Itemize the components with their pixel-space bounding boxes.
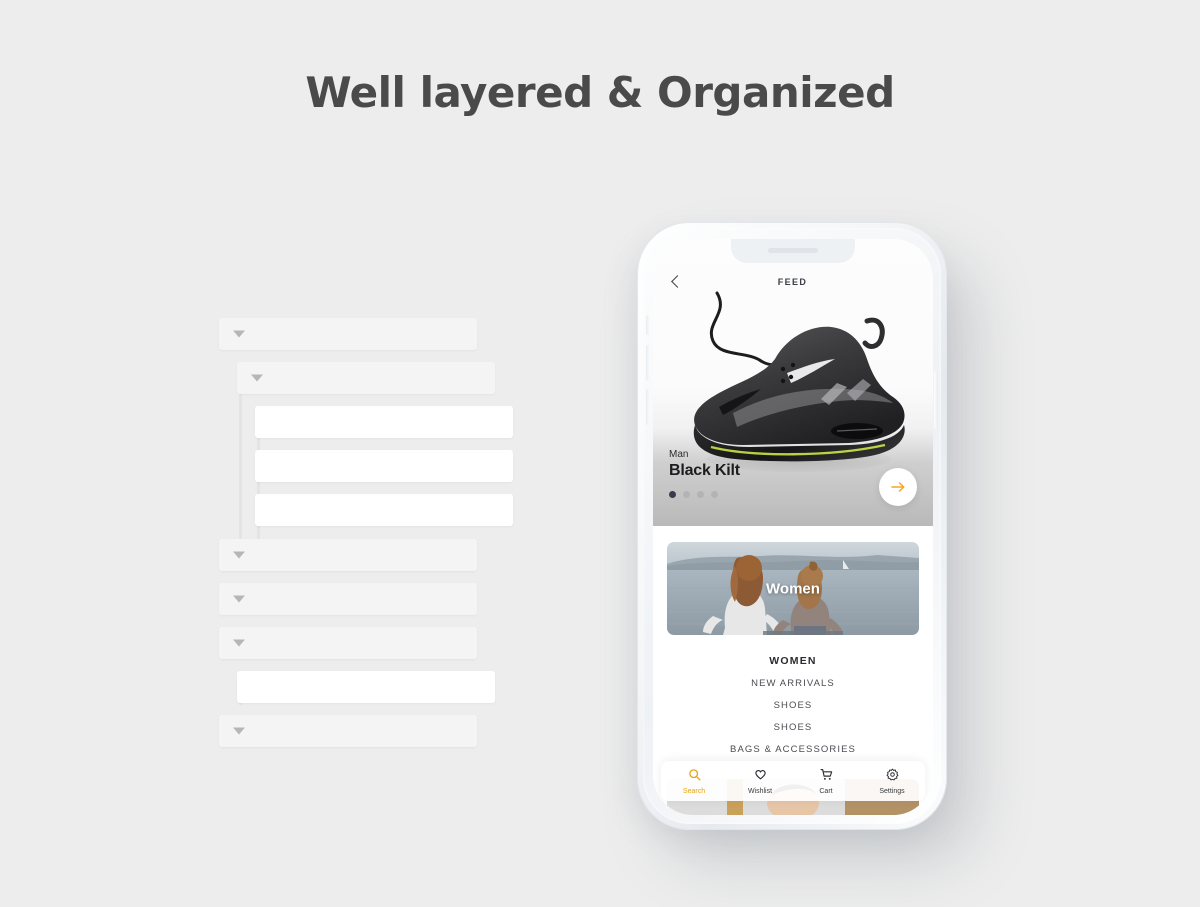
category-item[interactable]: SHOES [653,716,933,738]
women-banner[interactable]: Women [667,542,919,635]
gear-icon [886,768,899,786]
carousel-dot[interactable] [711,491,718,498]
layer-row[interactable] [219,627,477,659]
layer-row[interactable] [255,450,513,482]
phone-screen: Man Black Kilt FEED Women WOMEN NEW ARRI… [653,239,933,815]
phone-body: Man Black Kilt FEED Women WOMEN NEW ARRI… [637,222,947,830]
tab-label: Cart [819,787,833,795]
next-slide-button[interactable] [879,468,917,506]
black-sneaker-image [693,291,905,472]
volume-down-button[interactable] [646,389,650,425]
layer-row[interactable] [219,583,477,615]
notch [731,239,855,263]
silent-switch[interactable] [646,315,650,335]
tab-label: Search [682,787,706,795]
carousel-dot[interactable] [697,491,704,498]
layer-row[interactable] [255,494,513,526]
chevron-down-icon[interactable] [233,595,245,603]
tab-wishlist[interactable]: Wishlist [731,768,789,795]
carousel-dots[interactable] [669,491,718,498]
chevron-left-icon[interactable] [669,275,683,289]
layers-panel [219,318,519,753]
page-title-feed: FEED [777,277,808,287]
tab-cart[interactable]: Cart [797,768,855,795]
cart-icon [820,768,833,786]
layer-row[interactable] [237,671,495,703]
phone-mockup: Man Black Kilt FEED Women WOMEN NEW ARRI… [627,216,957,836]
category-item[interactable]: SHOES [653,694,933,716]
heart-icon [754,768,767,786]
speaker-grille [768,248,818,253]
category-list: WOMEN NEW ARRIVALS SHOES SHOES BAGS & ACCESS… [653,649,933,760]
hero-category: Man [669,449,689,460]
power-button[interactable] [934,371,938,429]
tab-search[interactable]: Search [665,768,723,795]
category-item[interactable]: WOMEN [653,649,933,672]
chevron-down-icon[interactable] [251,374,263,382]
layer-row[interactable] [219,715,477,747]
search-icon [688,768,701,786]
tab-settings[interactable]: Settings [863,768,921,795]
layer-row[interactable] [237,362,495,394]
chevron-down-icon[interactable] [233,551,245,559]
page-title: Well layered & Organized [305,68,895,117]
carousel-dot[interactable] [683,491,690,498]
layer-row[interactable] [219,539,477,571]
tab-label: Wishlist [747,787,773,795]
chevron-down-icon[interactable] [233,727,245,735]
tab-label: Settings [879,787,905,795]
app-header: FEED [653,265,933,299]
volume-up-button[interactable] [646,345,650,381]
layer-row[interactable] [255,406,513,438]
arrow-right-icon [890,482,905,492]
banner-label: Women [766,580,820,597]
hero-product-name: Black Kilt [669,462,740,479]
chevron-down-icon[interactable] [233,639,245,647]
layer-row[interactable] [219,318,477,350]
bottom-tab-bar: Search Wishlist Cart Settings [661,761,925,801]
category-item[interactable]: NEW ARRIVALS [653,672,933,694]
shopping-cart-icon[interactable] [902,275,917,290]
category-item[interactable]: BAGS & ACCESSORIES [653,738,933,760]
hero-meta: Man Black Kilt [669,449,740,480]
carousel-dot[interactable] [669,491,676,498]
chevron-down-icon[interactable] [233,330,245,338]
